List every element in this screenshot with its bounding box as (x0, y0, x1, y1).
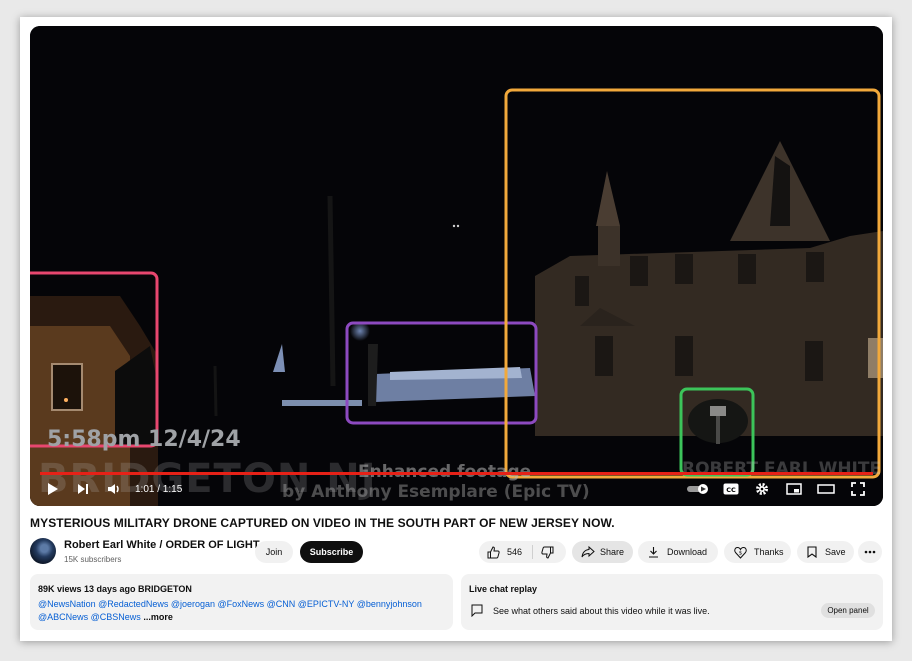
description-box[interactable]: 89K views 13 days ago BRIDGETON @NewsNat… (30, 574, 453, 630)
description-more-link[interactable]: ...more (143, 612, 173, 622)
thanks-icon: $ (734, 546, 747, 559)
chat-description: See what others said about this video wh… (493, 606, 710, 616)
description-tag-links[interactable]: @NewsNation @RedactedNews @joerogan @Fox… (38, 599, 422, 622)
play-icon (48, 483, 58, 495)
subscribe-button[interactable]: Subscribe (300, 541, 363, 563)
next-button[interactable] (72, 475, 94, 503)
open-panel-button[interactable]: Open panel (821, 603, 875, 618)
video-player[interactable]: BRIDGETON NJ 5:58pm 12/4/24 Enhanced foo… (30, 26, 883, 506)
thanks-button[interactable]: $ Thanks (724, 541, 791, 563)
page-card: BRIDGETON NJ 5:58pm 12/4/24 Enhanced foo… (20, 17, 892, 641)
autoplay-toggle[interactable] (685, 475, 713, 503)
save-label: Save (825, 547, 846, 557)
like-count: 546 (507, 547, 523, 557)
subscribe-label: Subscribe (309, 547, 354, 557)
save-button[interactable]: Save (797, 541, 854, 563)
share-button[interactable]: Share (572, 541, 633, 563)
like-divider (532, 545, 534, 559)
description-meta: 89K views 13 days ago BRIDGETON (38, 584, 192, 594)
svg-text:$: $ (739, 550, 743, 556)
dislike-button[interactable] (541, 546, 554, 559)
channel-avatar[interactable] (30, 538, 56, 564)
volume-button[interactable] (102, 475, 126, 503)
join-label: Join (265, 547, 283, 557)
more-actions-button[interactable] (858, 541, 882, 563)
theater-icon (817, 484, 835, 494)
svg-text:CC: CC (726, 486, 736, 494)
fullscreen-button[interactable] (847, 475, 869, 503)
miniplayer-icon (786, 483, 802, 495)
live-chat-replay-box: Live chat replay See what others said ab… (461, 574, 883, 630)
captions-button[interactable]: CC (720, 475, 742, 503)
player-controls: 1:01 / 1:15 CC (30, 472, 883, 506)
miniplayer-button[interactable] (783, 475, 805, 503)
play-button[interactable] (42, 475, 64, 503)
volume-icon (108, 484, 119, 494)
gear-icon (756, 483, 768, 495)
join-button[interactable]: Join (255, 541, 293, 563)
download-button[interactable]: Download (638, 541, 718, 563)
channel-name[interactable]: Robert Earl White / ORDER OF LIGHT (64, 539, 260, 551)
download-label: Download (667, 547, 708, 557)
thanks-label: Thanks (754, 547, 784, 557)
thumbs-down-icon (541, 546, 554, 559)
more-horizontal-icon (864, 550, 876, 554)
like-dislike-group: 546 (479, 541, 566, 563)
fullscreen-icon (851, 482, 865, 496)
subscriber-count: 15K subscribers (64, 555, 122, 564)
download-icon (649, 547, 658, 558)
time-display: 1:01 / 1:15 (135, 484, 183, 495)
overlay-timestamp-text: 5:58pm 12/4/24 (47, 427, 241, 452)
autoplay-toggle-icon (687, 484, 708, 494)
open-panel-label: Open panel (827, 606, 869, 615)
video-title: MYSTERIOUS MILITARY DRONE CAPTURED ON VI… (30, 516, 615, 530)
bookmark-icon (807, 546, 817, 558)
theater-button[interactable] (815, 475, 837, 503)
chat-icon (471, 604, 483, 617)
next-icon (78, 484, 88, 494)
settings-button[interactable] (751, 475, 773, 503)
thumbs-up-icon (487, 545, 500, 558)
description-tags: @NewsNation @RedactedNews @joerogan @Fox… (38, 598, 438, 624)
share-label: Share (600, 547, 625, 557)
share-icon (581, 546, 595, 558)
chat-title: Live chat replay (469, 584, 538, 594)
captions-icon: CC (723, 483, 739, 495)
like-button[interactable] (487, 545, 500, 559)
